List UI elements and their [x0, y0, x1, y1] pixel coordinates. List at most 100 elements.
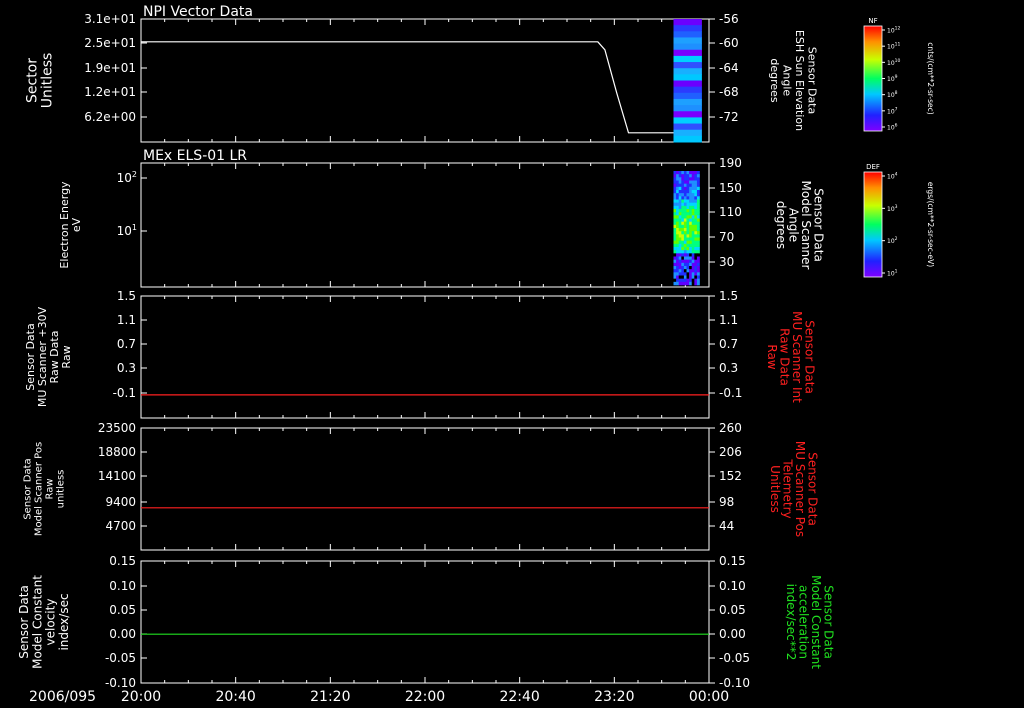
heatmap-cell	[683, 202, 687, 207]
time-tick-label: 20:40	[215, 689, 255, 705]
left-axis-title: Electron EnergyeV	[58, 181, 83, 269]
heatmap-cell	[694, 171, 698, 175]
heatmap-cell	[681, 199, 685, 203]
heatmap-cell	[683, 231, 687, 235]
heatmap-cell	[673, 272, 677, 276]
heatmap-cell	[694, 259, 698, 264]
heatmap-cell	[686, 243, 690, 248]
heatmap-cell	[681, 228, 685, 232]
heatmap-cell	[673, 247, 677, 251]
heatmap-cell	[681, 190, 685, 194]
heatmap-cell	[676, 250, 680, 254]
heatmap-cell	[673, 25, 702, 32]
right-tick-label: 0.05	[719, 603, 746, 617]
heatmap-cell	[678, 221, 682, 226]
heatmap-cell	[686, 237, 690, 241]
heatmap-cell	[696, 237, 700, 241]
date-label: 2006/095	[29, 689, 96, 705]
heatmap-cell	[696, 199, 700, 203]
heatmap-cell	[694, 278, 698, 283]
heatmap-cell	[689, 278, 693, 283]
heatmap-cell	[676, 209, 680, 213]
heatmap-cell	[673, 129, 702, 137]
heatmap-cell	[678, 180, 682, 184]
colorbar-tick-label: 108	[887, 90, 898, 99]
panel-title: MEx ELS-01 LR	[143, 148, 247, 164]
heatmap-cell	[673, 37, 702, 45]
heatmap-cell	[686, 272, 690, 276]
heatmap-cell	[673, 240, 677, 245]
heatmap-cell	[683, 183, 687, 188]
colorbar-scale	[863, 171, 883, 278]
heatmap-cell	[691, 259, 695, 264]
heatmap-cell	[683, 212, 687, 216]
heatmap-cell	[694, 269, 698, 273]
heatmap-cell	[694, 190, 698, 194]
heatmap-cell	[689, 240, 693, 245]
panel-frame	[140, 560, 710, 684]
heatmap-cell	[678, 174, 682, 178]
heatmap-cell	[696, 193, 700, 197]
heatmap-cell	[678, 275, 682, 279]
heatmap-cell	[673, 237, 677, 241]
right-tick-label: -64	[719, 61, 739, 75]
heatmap-cell	[691, 183, 695, 188]
colorbar-unit: cnts/(cm**2-sr-sec)	[926, 42, 935, 114]
heatmap-cell	[691, 209, 695, 213]
heatmap-cell	[686, 190, 690, 194]
heatmap-cell	[691, 253, 695, 257]
heatmap-cell	[689, 269, 693, 273]
heatmap-cell	[696, 221, 700, 226]
heatmap-cell	[673, 266, 677, 270]
colorbar-scale	[863, 25, 883, 132]
heatmap-cell	[686, 275, 690, 279]
time-tick-label: 22:00	[405, 689, 445, 705]
heatmap-cell	[694, 202, 698, 207]
heatmap-cell	[686, 281, 690, 286]
heatmap-cell	[683, 250, 687, 254]
heatmap-cell	[686, 205, 690, 210]
heatmap-cell	[691, 174, 695, 178]
heatmap-cell	[673, 281, 677, 286]
heatmap-cell	[686, 209, 690, 213]
heatmap-cell	[673, 19, 702, 26]
colorbar-tick-label: 104	[887, 172, 898, 181]
heatmap-cell	[683, 193, 687, 197]
heatmap-cell	[673, 31, 702, 38]
right-tick-label: -60	[719, 36, 739, 50]
left-tick-label: 101	[117, 223, 137, 238]
heatmap-cell	[686, 212, 690, 216]
heatmap-cell	[676, 256, 680, 260]
left-tick-label: 1.1	[117, 313, 136, 327]
heatmap-cell	[689, 237, 693, 241]
heatmap-cell	[673, 278, 677, 283]
heatmap-cell	[676, 171, 680, 175]
heatmap-cell	[676, 266, 680, 270]
heatmap-cell	[694, 218, 698, 222]
heatmap-cell	[681, 196, 685, 200]
heatmap-cell	[686, 174, 690, 178]
heatmap-cell	[696, 262, 700, 267]
heatmap-cell	[673, 92, 702, 100]
heatmap-cell	[681, 250, 685, 254]
heatmap-cell	[683, 269, 687, 273]
heatmap-cell	[673, 117, 702, 125]
right-tick-label: 30	[719, 255, 734, 269]
heatmap-cell	[686, 240, 690, 245]
colorbar-2: DEF 104 103 102 101 ergs/(cm**2-sr-sec-eV)	[863, 163, 935, 278]
left-tick-label: 6.2e+00	[84, 110, 136, 124]
heatmap-cell	[694, 234, 698, 238]
heatmap-cell	[689, 243, 693, 248]
panel-3: 1.5 1.1 0.7 0.3 -0.1 1.5 1.1 0.7 0.3 -0.1 Sensor D…	[24, 289, 817, 419]
panel-title: NPI Vector Data	[143, 4, 253, 20]
heatmap-cell	[696, 231, 700, 235]
left-tick-label: 0.05	[109, 603, 136, 617]
heatmap-cell	[673, 135, 702, 143]
heatmap-cell	[673, 243, 677, 248]
heatmap-cell	[686, 202, 690, 207]
heatmap-cell	[689, 199, 693, 203]
heatmap-cell	[686, 196, 690, 200]
heatmap-cell	[691, 180, 695, 184]
heatmap-cell	[694, 224, 698, 229]
left-tick-label: 9400	[105, 495, 136, 509]
